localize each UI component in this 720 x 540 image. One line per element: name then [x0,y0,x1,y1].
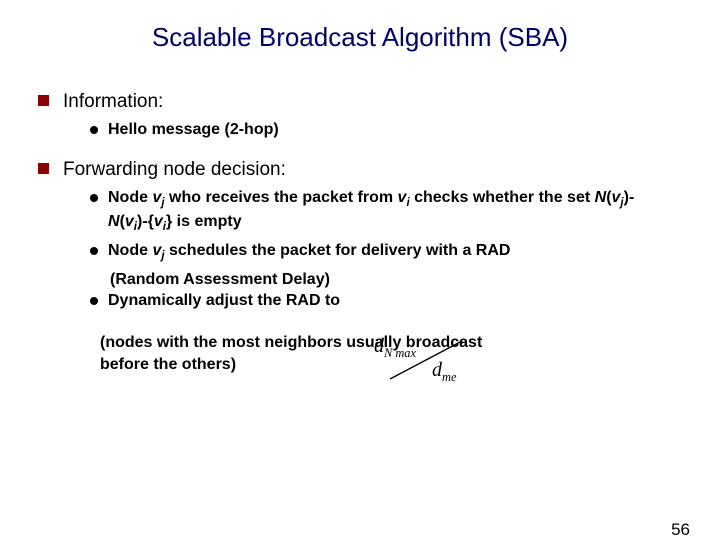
bullet-level1: Forwarding node decision: [38,159,720,181]
note-line: before the others) [100,356,236,373]
formula-denominator: dme [432,359,456,385]
slide-title: Scalable Broadcast Algorithm (SBA) [0,22,720,53]
sub-bullet-text: Hello message (2-hop) [108,119,279,141]
sub-bullet-block: Hello message (2-hop) [90,119,720,141]
bullet-label: Information: [63,91,163,113]
formula-numerator: dN max [374,335,416,361]
square-bullet-icon [38,163,49,174]
dot-bullet-icon [90,194,98,202]
square-bullet-icon [38,95,49,106]
bullet-level2: Node vj schedules the packet for deliver… [90,240,720,265]
page-number: 56 [671,520,690,540]
slide-content: Information: Hello message (2-hop) Forwa… [38,91,720,375]
bullet-level2: Dynamically adjust the RAD to [90,290,720,312]
dot-bullet-icon [90,247,98,255]
sub-bullet-text: Node vj schedules the packet for deliver… [108,240,510,265]
bullet-label: Forwarding node decision: [63,159,286,181]
rad-formula: dN max dme [370,337,490,389]
sub-bullet-block: Node vj who receives the packet from vi … [90,187,720,312]
sub-bullet-text: Node vj who receives the packet from vi … [108,187,668,236]
dot-bullet-icon [90,297,98,305]
paren-note: (Random Assessment Delay) [110,269,720,291]
sub-bullet-text: Dynamically adjust the RAD to [108,290,340,312]
bullet-level2: Hello message (2-hop) [90,119,720,141]
bullet-level1: Information: [38,91,720,113]
dot-bullet-icon [90,126,98,134]
bullet-level2: Node vj who receives the packet from vi … [90,187,720,236]
